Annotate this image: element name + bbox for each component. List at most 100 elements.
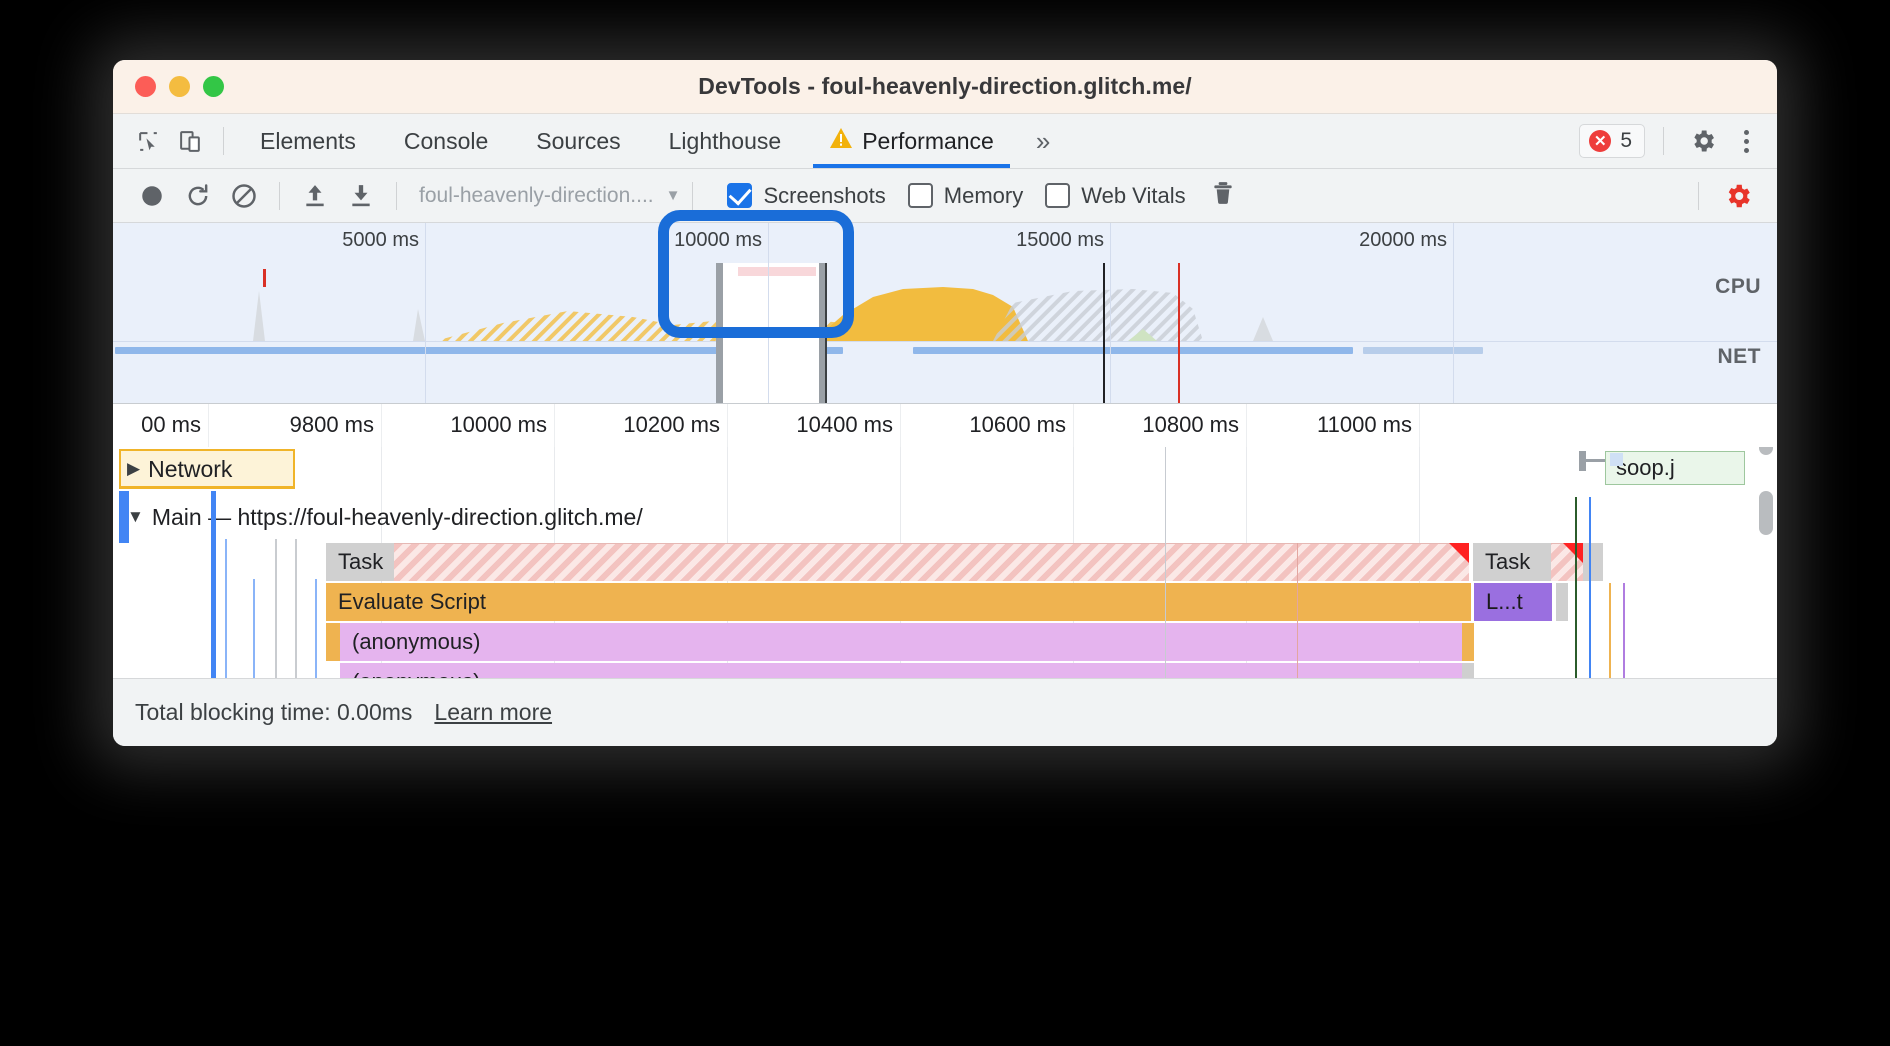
sidebar-item-main[interactable]: ▼ Main — https://foul-heavenly-direction… [113,495,1777,539]
record-button[interactable] [129,176,175,216]
chevron-down-icon: ▼ [666,187,681,204]
rec-divider-4 [1698,182,1699,210]
tab-label: Performance [862,128,994,155]
cpu-lane-label: CPU [1715,275,1761,299]
more-tabs-icon[interactable]: » [1018,126,1065,157]
device-toolbar-icon[interactable] [169,121,211,161]
gear-icon[interactable] [1682,121,1724,161]
inspect-element-icon[interactable] [127,121,169,161]
tab-elements[interactable]: Elements [236,114,380,168]
overview-cursor-marker [825,263,827,403]
warning-corner-icon [1449,543,1469,563]
ruler-tick-label: 11000 ms [1317,412,1412,438]
task-bar[interactable] [394,543,1469,581]
scrollbar-thumb[interactable] [1759,491,1773,535]
maximize-button[interactable] [203,76,224,97]
load-profile-button[interactable] [292,176,338,216]
ruler-tick-label: 00 ms [141,412,201,438]
overview-tick-label: 5000 ms [342,229,419,252]
group-row-main[interactable]: ▼ Main — https://foul-heavenly-direction… [113,495,1777,539]
clear-recording-button[interactable] [221,176,267,216]
toolbar-divider [223,127,224,155]
panel-tabs: Elements Console Sources Lighthouse [236,114,1065,168]
ruler-tick-label: 10400 ms [796,412,893,438]
tab-lighthouse[interactable]: Lighthouse [645,114,806,168]
error-count-badge[interactable]: ✕ 5 [1579,124,1645,158]
overview-tick-label: 10000 ms [674,229,762,252]
devtools-tab-bar: Elements Console Sources Lighthouse [113,114,1777,169]
bar-label: Task [338,549,383,575]
close-button[interactable] [135,76,156,97]
tab-console[interactable]: Console [380,114,512,168]
error-count: 5 [1620,129,1632,153]
detail-timeline-ruler: 00 ms 9800 ms 10000 ms 10200 ms 10400 ms… [113,403,1777,447]
screenshots-checkbox[interactable]: Screenshots [727,183,885,209]
overview-black-marker [1103,263,1105,403]
tab-label: Console [404,128,488,155]
task-bar-3[interactable] [1583,543,1603,581]
cpu-overview-chart [113,263,1777,341]
performance-recording-toolbar: foul-heavenly-direction.... ▼ Screenshot… [113,169,1777,223]
actions-divider [1663,127,1664,155]
trash-icon[interactable] [1210,179,1236,212]
kebab-menu-icon[interactable] [1730,130,1763,153]
group-row-network[interactable]: ▶ Network soop.j [113,447,1777,491]
checkbox-label: Web Vitals [1081,183,1185,209]
net-request-bar [913,347,1353,354]
timeline-overview[interactable]: CPU NET [113,223,1777,403]
warning-triangle-icon [829,127,853,155]
screenshot-root: DevTools - foul-heavenly-direction.glitc… [0,0,1890,1046]
capture-settings-gear-icon[interactable] [1715,176,1761,216]
bar-label: Task [1485,549,1530,575]
evaluate-script-bar[interactable]: Evaluate Script [326,583,1471,621]
web-vitals-checkbox[interactable]: Web Vitals [1045,183,1185,209]
chevron-down-icon[interactable]: ▼ [127,507,144,527]
overview-tick-label: 20000 ms [1359,229,1447,252]
overview-tick: 10000 ms [768,223,769,403]
ruler-tick-label: 10800 ms [1142,412,1239,438]
anonymous-1-prefix [326,623,340,661]
tab-label: Sources [536,128,620,155]
anonymous-bar-1[interactable]: (anonymous) [340,623,1462,661]
micro-bar [1556,583,1568,621]
minimize-button[interactable] [169,76,190,97]
ruler-tick-label: 10000 ms [450,412,547,438]
performance-footer: Total blocking time: 0.00ms Learn more [113,678,1777,746]
warning-corner-icon [1563,543,1583,563]
task-bar-label-head[interactable]: Task [326,543,394,581]
save-profile-button[interactable] [338,176,384,216]
checkbox-label: Screenshots [763,183,885,209]
recording-selector[interactable]: foul-heavenly-direction.... ▼ [419,184,680,208]
learn-more-link[interactable]: Learn more [434,699,552,726]
ruler-tick-label: 10200 ms [623,412,720,438]
checkbox-box[interactable] [727,183,752,208]
scrollbar-thumb[interactable] [1759,447,1773,455]
checkbox-box[interactable] [1045,183,1070,208]
ruler-tick-label: 10600 ms [969,412,1066,438]
rec-divider-3 [692,182,693,210]
overview-tick: 20000 ms [1453,223,1454,403]
ruler-tick-label: 9800 ms [290,412,374,438]
network-group-label: Network [148,456,232,483]
layout-bar[interactable]: L...t [1474,583,1552,621]
reload-and-record-button[interactable] [175,176,221,216]
network-request-chip[interactable]: soop.j [1605,451,1745,485]
memory-checkbox[interactable]: Memory [908,183,1023,209]
overview-selection-band [738,267,816,276]
main-group-label: Main — https://foul-heavenly-direction.g… [152,504,643,531]
overview-selection-window[interactable] [716,263,826,403]
chevron-right-icon[interactable]: ▶ [127,459,140,479]
window-title: DevTools - foul-heavenly-direction.glitc… [113,73,1777,100]
overview-tick: 15000 ms [1110,223,1111,403]
tab-sources[interactable]: Sources [512,114,644,168]
title-bar: DevTools - foul-heavenly-direction.glitc… [113,60,1777,114]
sidebar-item-network[interactable]: ▶ Network [113,447,1777,491]
bar-label: (anonymous) [352,629,480,655]
window-controls[interactable] [113,76,224,97]
net-overview-lane [113,341,1777,367]
tab-bar-actions: ✕ 5 [1579,114,1763,168]
task-bar-2-label-head[interactable]: Task [1473,543,1551,581]
request-start-marker [1579,451,1586,471]
tab-performance[interactable]: Performance [805,114,1018,168]
checkbox-box[interactable] [908,183,933,208]
